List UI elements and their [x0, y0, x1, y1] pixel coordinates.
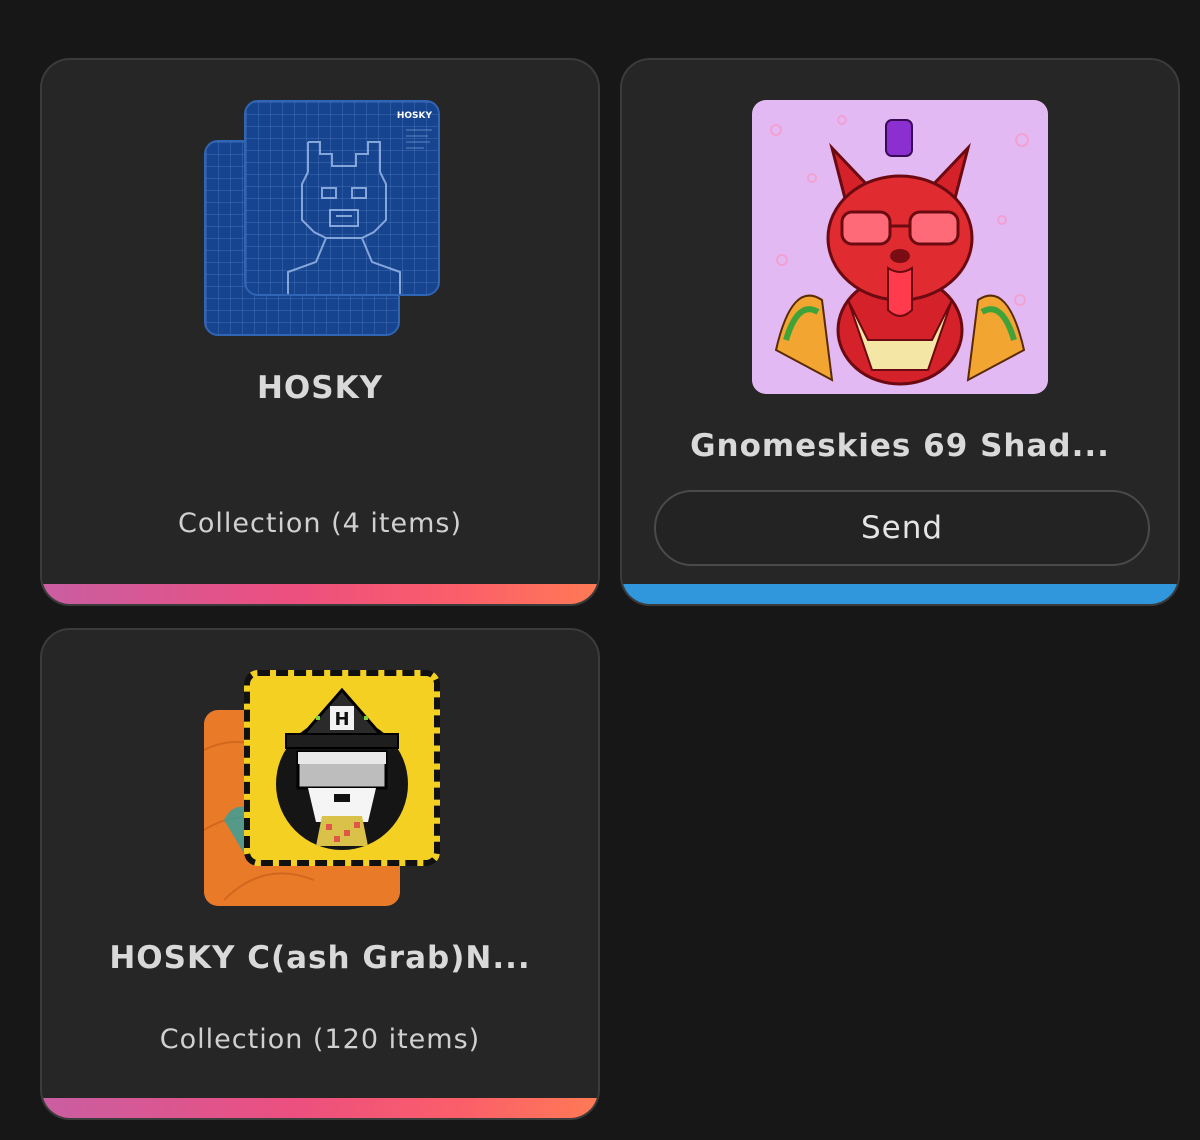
hosky-cash-grab-image: H	[244, 670, 440, 866]
hosky-dog-outline-icon: HOSKY	[287, 111, 433, 294]
card-accent-bar	[42, 1098, 598, 1118]
card-title: HOSKY C(ash Grab)N...	[109, 940, 531, 976]
nft-card-gnomeskies[interactable]: Gnomeskies 69 Shad... Send	[620, 58, 1180, 606]
helmet-badge-letter: H	[334, 709, 349, 730]
nft-card-hosky-cash-grab[interactable]: H HOSKY C(ash Grab)N... Collection (120 …	[40, 628, 600, 1120]
card-title: HOSKY	[256, 370, 384, 406]
collection-count: Collection (120 items)	[159, 1024, 481, 1055]
hosky-blueprint-image: HOSKY	[244, 100, 440, 296]
nft-card-hosky[interactable]: HOSKY HOSKY Collection (4 items)	[40, 58, 600, 606]
card-title: Gnomeskies 69 Shad...	[690, 428, 1110, 464]
card-accent-bar	[42, 584, 598, 604]
send-button[interactable]: Send	[654, 490, 1150, 566]
card-accent-bar	[622, 584, 1178, 604]
red-cat-character-icon	[770, 115, 1029, 386]
gnomeskies-image	[752, 100, 1048, 394]
hosky-watermark: HOSKY	[397, 111, 433, 121]
hosky-firefighter-icon: H	[276, 687, 408, 850]
collection-count: Collection (4 items)	[177, 508, 463, 539]
